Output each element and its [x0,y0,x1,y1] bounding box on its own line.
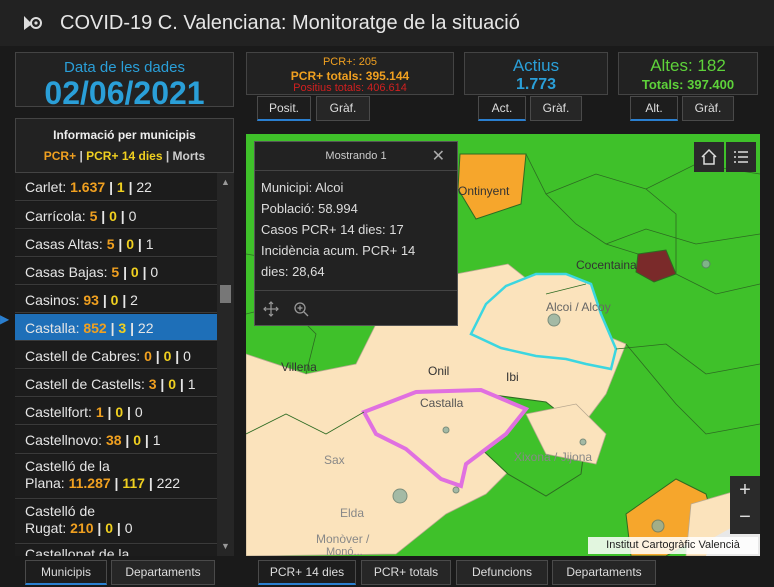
actius-label: Actius [512,56,560,75]
map-credit: Institut Cartogràfic Valencià [588,537,758,554]
list-item[interactable]: Castelló de la Plana: 11.287 | 117 | 222 [15,455,217,499]
home-button[interactable] [694,142,724,172]
altes-total: Totals: 397.400 [641,77,735,92]
positius-total: Positius totals: 406.614 [293,82,407,94]
popup-line: Municipi: Alcoi [261,180,344,195]
tab-alt-graf[interactable]: Gràf. [682,96,734,121]
popup-body: Municipi: Alcoi Població: 58.994 Casos P… [261,177,451,282]
map-label: Xixona / Jijona [514,450,593,464]
map-label: Villena [281,360,317,374]
legend-pcr14: PCR+ 14 dies [86,149,163,163]
scroll-up-icon[interactable]: ▲ [221,177,230,187]
altes-label: Altes: 182 [650,56,726,75]
list-item[interactable]: Castell de Cabres: 0 | 0 | 0 [15,342,217,369]
map-label: Onil [428,364,450,378]
legend-button[interactable] [726,142,756,172]
info-popup: Mostrando 1 ✕ Municipi: Alcoi Població: … [254,141,458,326]
tab-posit[interactable]: Posit. [257,96,311,121]
popup-title: Mostrando 1 [325,150,387,162]
tab-departaments-list[interactable]: Departaments [111,560,215,585]
municipis-list-header: Informació per municipis PCR+ | PCR+ 14 … [15,118,234,173]
app-header: COVID-19 C. Valenciana: Monitoratge de l… [0,0,774,46]
expand-left-icon[interactable]: ▶ [0,312,9,326]
map-label: Cocentaina [576,258,637,272]
legend-pcr: PCR+ [43,149,77,163]
legend-sep: | [162,149,173,163]
list-item[interactable]: Casas Bajas: 5 | 0 | 0 [15,258,217,285]
list-item[interactable]: Casas Altas: 5 | 0 | 1 [15,230,217,257]
popup-line: Incidència acum. PCR+ 14 [261,243,416,258]
tab-defuncions[interactable]: Defuncions [456,560,548,585]
home-icon [701,148,717,165]
map-label: Elda [340,506,365,520]
zoom-to-icon[interactable] [293,301,309,317]
zoom-in-button[interactable]: + [730,476,760,506]
list-item[interactable]: Castellonet de la [15,545,217,556]
virus-logo-icon [24,16,42,30]
tab-pcr-graf[interactable]: Gràf. [316,96,370,121]
list-title: Informació per municipis [53,128,196,142]
tab-departaments-map[interactable]: Departaments [552,560,656,585]
popup-line: Casos PCR+ 14 dies: 17 [261,222,404,237]
popup-line: dies: 28,64 [261,264,325,279]
legend-morts: Morts [172,149,206,163]
map-label: Sax [324,453,345,467]
map-label: Monòver / [316,532,370,546]
list-item[interactable]: Castellfort: 1 | 0 | 0 [15,398,217,425]
popup-header: Mostrando 1 ✕ [255,142,457,171]
tab-alt[interactable]: Alt. [630,96,678,121]
popup-footer [255,290,457,327]
date-value: 02/06/2021 [44,75,205,111]
municipis-list: Carlet: 1.637 | 1 | 22 Carrícola: 5 | 0 … [15,173,217,556]
list-item[interactable]: Carrícola: 5 | 0 | 0 [15,202,217,229]
pcr-total: PCR+ totals: 395.144 [290,69,410,83]
list-item[interactable]: Castellnovo: 38 | 0 | 1 [15,426,217,454]
tab-act-graf[interactable]: Gràf. [530,96,582,121]
list-scrollbar[interactable]: ▲ ▼ [217,173,234,556]
list-item[interactable]: Casinos: 93 | 0 | 2 [15,286,217,313]
tab-act[interactable]: Act. [478,96,526,121]
list-item[interactable]: Castelló de Rugat: 210 | 0 | 0 [15,500,217,544]
legend-sep: | [76,149,87,163]
zoom-out-button[interactable]: − [730,504,760,534]
pcr-daily: PCR+: 205 [322,56,378,68]
pcr-panel: PCR+: 205 PCR+ totals: 395.144 Positius … [246,52,454,95]
map-label: Monó... [326,546,363,556]
scroll-thumb[interactable] [220,285,231,303]
date-label: Data de les dades [64,59,185,76]
tab-pcr14[interactable]: PCR+ 14 dies [258,560,356,585]
map-label: Castalla [420,396,464,410]
map-label: Ontinyent [458,184,510,198]
list-legend: PCR+ | PCR+ 14 dies | Morts [16,149,233,163]
altes-panel: Altes: 182 Totals: 397.400 [618,52,758,95]
move-icon[interactable] [263,301,279,317]
map-label: Ibi [506,370,519,384]
tab-pcr-totals[interactable]: PCR+ totals [361,560,451,585]
list-icon [734,151,748,163]
tab-municipis[interactable]: Municipis [25,560,107,585]
popup-line: Població: 58.994 [261,201,358,216]
list-item[interactable]: Castell de Castells: 3 | 0 | 1 [15,370,217,397]
scroll-down-icon[interactable]: ▼ [221,541,230,551]
actius-value: 1.773 [515,76,557,93]
list-item-selected[interactable]: Castalla: 852 | 3 | 22 [15,314,217,341]
date-panel: Data de les dades 02/06/2021 [15,52,234,111]
map-label: Alcoi / Alcoy [546,300,611,314]
list-item[interactable]: Carlet: 1.637 | 1 | 22 [15,173,217,201]
close-icon[interactable]: ✕ [432,146,445,166]
page-title: COVID-19 C. Valenciana: Monitoratge de l… [60,12,520,34]
actius-panel: Actius 1.773 [464,52,608,95]
